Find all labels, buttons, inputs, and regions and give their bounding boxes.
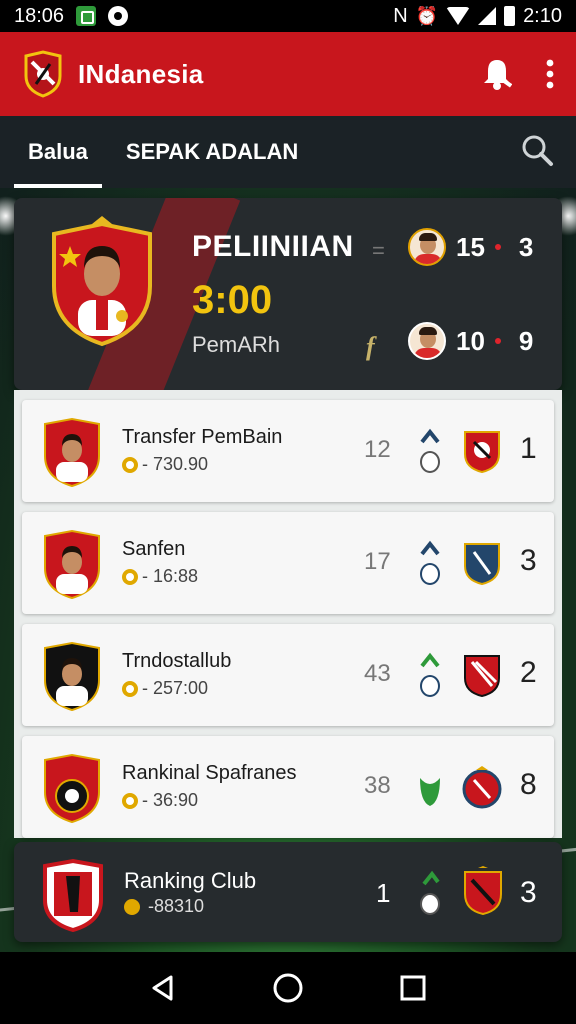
- team1-score: 15: [456, 231, 485, 262]
- card-count: 1: [376, 878, 391, 908]
- item-score: 8: [520, 768, 537, 801]
- clock-icon: [122, 792, 138, 809]
- item-score: 3: [520, 544, 537, 577]
- status-time-right: 2:10: [523, 4, 562, 27]
- alarm-icon: ⏰: [415, 5, 439, 26]
- status-bar: 18:06 N ⏰ 2:10: [0, 0, 576, 32]
- notification-app-icon: [76, 6, 97, 26]
- player-crest-icon: [42, 640, 102, 712]
- item-count: 17: [364, 548, 391, 575]
- item-meta-text: - 36:90: [142, 790, 199, 810]
- item-meta: - 36:90: [122, 790, 198, 811]
- app-bar: INdanesia: [0, 32, 576, 116]
- player-avatar: [408, 322, 446, 360]
- news-list: Transfer PemBain - 730.90 12 1 Sanfen - …: [14, 390, 562, 838]
- item-title: Sanfen: [122, 538, 186, 560]
- item-score: 2: [520, 656, 537, 689]
- wifi-icon: [446, 7, 471, 25]
- card-meta: -88310: [124, 896, 204, 917]
- more-options-icon[interactable]: [546, 59, 554, 89]
- player-avatar: [408, 228, 446, 266]
- system-nav-bar: [0, 952, 576, 1024]
- signal-icon: [478, 7, 497, 25]
- status-time-left: 18:06: [14, 4, 65, 27]
- item-score: 1: [520, 432, 537, 465]
- player-crest-icon: [48, 216, 156, 348]
- leaf-icon: [416, 762, 444, 812]
- item-meta: - 257:00: [122, 678, 208, 699]
- item-count: 43: [364, 660, 391, 687]
- item-meta-text: - 16:88: [142, 566, 199, 586]
- arrow-trophy-icon: [416, 650, 444, 700]
- card-title: Ranking Club: [124, 868, 257, 893]
- notification-circle-icon: [108, 6, 129, 26]
- item-title: Transfer PemBain: [122, 426, 283, 448]
- list-item[interactable]: Trndostallub - 257:00 43 2: [22, 624, 554, 726]
- featured-match-card[interactable]: PELIINIIAN = 3:00 PemARh f 15 3 10 9: [14, 198, 562, 390]
- search-icon[interactable]: [520, 133, 554, 172]
- item-meta: - 730.90: [122, 454, 208, 475]
- item-count: 38: [364, 772, 391, 799]
- match-title: PELIINIIAN: [192, 230, 354, 263]
- club-badge-icon: [462, 428, 502, 474]
- arrow-trophy-icon: [416, 538, 444, 588]
- item-title: Rankinal Spafranes: [122, 762, 297, 784]
- red-dot-icon: [494, 244, 501, 250]
- tab-sepak-adalan[interactable]: SEPAK ADALAN: [112, 116, 312, 188]
- notification-bell-icon[interactable]: [482, 57, 512, 91]
- tab-balua[interactable]: Balua: [14, 116, 102, 188]
- leaf-icon: f: [366, 332, 375, 361]
- clock-icon: [122, 456, 138, 473]
- item-title: Trndostallub: [122, 650, 232, 672]
- team2-score: 10: [456, 325, 485, 356]
- red-dot-icon: [494, 338, 501, 344]
- battery-icon: [504, 6, 516, 26]
- item-meta: - 16:88: [122, 566, 198, 587]
- back-icon[interactable]: [143, 968, 183, 1008]
- item-meta-text: - 730.90: [142, 454, 209, 474]
- club-badge-icon: [462, 764, 502, 810]
- item-meta-text: - 257:00: [142, 678, 209, 698]
- app-title: INdanesia: [78, 58, 204, 89]
- team1-result: 3: [518, 231, 534, 262]
- list-item[interactable]: Sanfen - 16:88 17 3: [22, 512, 554, 614]
- player-crest-icon: [42, 528, 102, 600]
- player-crest-icon: [42, 416, 102, 488]
- club-badge-icon: [462, 652, 502, 698]
- app-logo-icon[interactable]: [22, 50, 64, 98]
- list-item[interactable]: Rankinal Spafranes - 36:90 38 8: [22, 736, 554, 838]
- nfc-icon: N: [393, 4, 408, 27]
- clock-icon: [122, 680, 138, 697]
- ranking-club-card[interactable]: Ranking Club -88310 1 3: [14, 842, 562, 942]
- club-crest-icon: [42, 858, 104, 932]
- match-time: 3:00: [192, 278, 273, 322]
- club-badge-icon: [462, 866, 504, 916]
- clock-icon: [124, 898, 140, 915]
- club-crest-icon: [42, 752, 102, 824]
- team2-result: 9: [518, 325, 534, 356]
- hero-separator: =: [372, 238, 385, 263]
- card-score: 3: [520, 876, 537, 909]
- match-subtitle: PemARh: [192, 332, 281, 357]
- tab-bar: Balua SEPAK ADALAN: [0, 116, 576, 188]
- card-meta-text: -88310: [148, 896, 205, 916]
- clock-icon: [122, 568, 138, 585]
- arrow-trophy-icon: [416, 426, 444, 476]
- list-item[interactable]: Transfer PemBain - 730.90 12 1: [22, 400, 554, 502]
- arrow-trophy-icon: [416, 870, 444, 918]
- team1-score-row: 15 3: [408, 228, 533, 266]
- club-badge-icon: [462, 540, 502, 586]
- item-count: 12: [364, 436, 391, 463]
- recents-icon[interactable]: [393, 968, 433, 1008]
- team2-score-row: 10 9: [408, 322, 533, 360]
- home-icon[interactable]: [268, 968, 308, 1008]
